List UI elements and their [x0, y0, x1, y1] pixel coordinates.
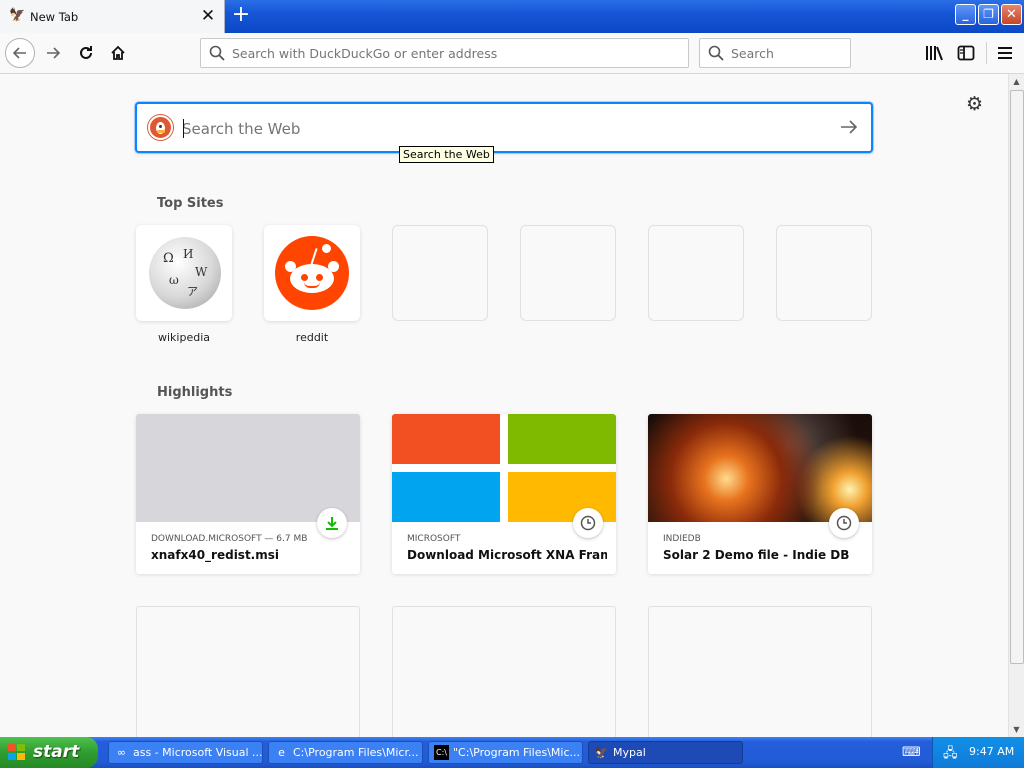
search-tooltip: Search the Web — [399, 146, 494, 163]
scroll-down-icon[interactable]: ▼ — [1009, 722, 1024, 737]
internet-explorer-icon: e — [278, 746, 285, 759]
back-icon[interactable] — [5, 38, 35, 68]
highlight-card[interactable]: MICROSOFT Download Microsoft XNA Frame..… — [392, 414, 616, 574]
top-site-empty[interactable] — [392, 225, 488, 321]
scroll-up-icon[interactable]: ▲ — [1009, 74, 1024, 89]
menu-icon[interactable] — [994, 42, 1016, 64]
gear-icon[interactable]: ⚙ — [966, 94, 986, 114]
vertical-scrollbar[interactable]: ▲ ▼ — [1008, 74, 1024, 737]
search-icon — [209, 45, 225, 61]
toolbar-separator — [986, 42, 987, 64]
top-sites-heading: Top Sites — [157, 196, 224, 211]
card-title: xnafx40_redist.msi — [151, 548, 279, 562]
taskbar-item-active[interactable]: 🦅 Mypal — [588, 741, 743, 764]
taskbar-item[interactable]: ∞ ass - Microsoft Visual ... — [108, 741, 263, 764]
windows-flag-icon — [8, 744, 26, 761]
card-title: Solar 2 Demo file - Indie DB — [663, 548, 850, 562]
taskbar-item-label: "C:\Program Files\Mic... — [453, 746, 580, 759]
highlight-card-empty — [392, 606, 616, 737]
top-site-reddit[interactable] — [264, 225, 360, 321]
search-bar[interactable] — [699, 38, 851, 68]
forward-icon[interactable] — [39, 39, 67, 67]
card-source: MICROSOFT — [407, 534, 461, 544]
start-button[interactable]: start — [0, 737, 98, 768]
wikipedia-globe-icon: Ω И W ω ア — [149, 237, 221, 309]
navigation-toolbar — [0, 33, 1024, 74]
top-site-label: reddit — [295, 331, 329, 344]
card-source: DOWNLOAD.MICROSOFT — 6.7 MB — [151, 534, 308, 544]
web-search-input[interactable] — [182, 119, 802, 139]
microsoft-logo-icon — [392, 414, 616, 522]
maximize-button[interactable]: ❐ — [978, 4, 999, 25]
text-caret — [183, 119, 184, 138]
start-label: start — [33, 742, 80, 762]
top-site-label: wikipedia — [157, 331, 210, 344]
taskbar-item[interactable]: e C:\Program Files\Micr... — [268, 741, 423, 764]
minimize-button[interactable]: _ — [955, 4, 976, 25]
solar-2-space-image — [648, 414, 872, 522]
card-thumbnail — [392, 414, 616, 522]
highlights-heading: Highlights — [157, 385, 233, 400]
taskbar-item-label: ass - Microsoft Visual ... — [133, 746, 263, 759]
tab-new-tab[interactable]: 🦅 New Tab ✕ — [0, 0, 225, 33]
highlight-card-empty — [648, 606, 872, 737]
top-site-empty[interactable] — [776, 225, 872, 321]
window-close-button[interactable]: ✕ — [1001, 4, 1022, 25]
arrow-right-icon[interactable] — [837, 115, 861, 139]
card-title: Download Microsoft XNA Frame... — [407, 548, 607, 562]
highlight-card-empty — [136, 606, 360, 737]
mypal-icon: 🦅 — [594, 746, 609, 759]
network-icon[interactable]: 🖧 — [943, 744, 958, 766]
card-source: INDIEDB — [663, 534, 701, 544]
highlight-card[interactable]: INDIEDB Solar 2 Demo file - Indie DB — [648, 414, 872, 574]
tab-close-icon[interactable]: ✕ — [198, 6, 218, 26]
url-input[interactable] — [232, 44, 662, 62]
download-icon — [317, 508, 347, 538]
system-tray: 🖧 9:47 AM — [932, 737, 1024, 768]
clock: 9:47 AM — [969, 745, 1015, 758]
url-bar[interactable] — [200, 38, 689, 68]
command-prompt-icon: C:\ — [434, 745, 449, 760]
taskbar-item-label: Mypal — [613, 746, 646, 759]
keyboard-icon[interactable]: ⌨ — [902, 745, 921, 760]
new-tab-page: ⚙ Search the Web Top Sites Ω И W ω ア wik… — [0, 74, 1008, 737]
windows-taskbar: start ∞ ass - Microsoft Visual ... e C:\… — [0, 737, 1024, 768]
search-icon — [708, 45, 724, 61]
new-tab-button[interactable]: + — [229, 4, 253, 28]
taskbar-item-label: C:\Program Files\Micr... — [293, 746, 419, 759]
clock-icon — [573, 508, 603, 538]
home-icon[interactable] — [104, 39, 132, 67]
reddit-logo-icon — [275, 236, 349, 310]
sidebar-icon[interactable] — [955, 42, 977, 64]
card-thumbnail — [648, 414, 872, 522]
top-site-empty[interactable] — [520, 225, 616, 321]
scrollbar-thumb[interactable] — [1010, 90, 1024, 664]
highlight-card[interactable]: DOWNLOAD.MICROSOFT — 6.7 MB xnafx40_redi… — [136, 414, 360, 574]
clock-icon — [829, 508, 859, 538]
top-site-empty[interactable] — [648, 225, 744, 321]
duckduckgo-logo-icon — [148, 115, 173, 140]
web-search-box[interactable] — [135, 102, 873, 153]
reload-icon[interactable] — [72, 39, 100, 67]
library-icon[interactable] — [923, 42, 945, 64]
tab-strip: 🦅 New Tab ✕ + _ ❐ ✕ — [0, 0, 1024, 33]
taskbar-item[interactable]: C:\ "C:\Program Files\Mic... — [428, 741, 583, 764]
visual-studio-icon: ∞ — [116, 746, 127, 759]
mypal-favicon-icon: 🦅 — [9, 8, 26, 23]
top-site-wikipedia[interactable]: Ω И W ω ア — [136, 225, 232, 321]
search-input[interactable] — [731, 44, 841, 62]
tab-title: New Tab — [30, 10, 79, 24]
card-thumbnail — [136, 414, 360, 522]
